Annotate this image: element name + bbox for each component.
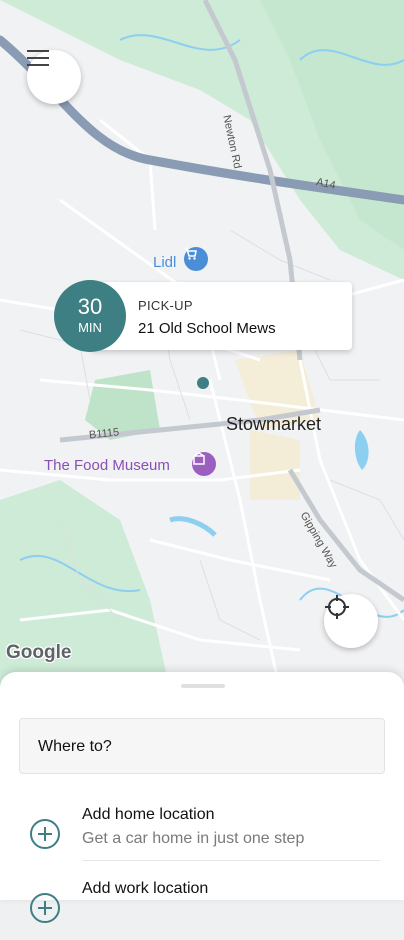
google-attribution: Google xyxy=(6,642,72,663)
eta-value: 30 xyxy=(77,294,103,319)
map-view[interactable]: A14 Newton Rd Gipping Way B1115 Lidl The… xyxy=(0,0,404,700)
town-label: Stowmarket xyxy=(226,414,322,434)
plus-circle-icon xyxy=(30,893,60,923)
add-home-location-item[interactable]: Add home location Get a car home in just… xyxy=(0,806,404,866)
saved-item-title: Add home location xyxy=(82,806,215,823)
pickup-card[interactable]: PICK-UP 21 Old School Mews 30 MIN xyxy=(54,280,352,352)
eta-unit: MIN xyxy=(78,320,102,335)
pickup-address: 21 Old School Mews xyxy=(138,320,276,337)
divider xyxy=(82,860,380,861)
poi-label-museum[interactable]: The Food Museum xyxy=(44,457,170,474)
pickup-label: PICK-UP xyxy=(138,298,193,313)
pickup-details[interactable]: PICK-UP 21 Old School Mews xyxy=(90,282,352,350)
saved-item-subtitle: Get a car home in just one step xyxy=(82,830,305,847)
saved-item-title: Add work location xyxy=(82,880,209,897)
menu-button[interactable] xyxy=(27,50,81,104)
drag-handle[interactable] xyxy=(181,684,225,688)
shopping-cart-icon[interactable] xyxy=(184,247,208,271)
museum-icon[interactable] xyxy=(192,452,216,476)
search-placeholder: Where to? xyxy=(38,738,112,755)
current-location-marker xyxy=(197,377,209,389)
destination-search-input[interactable]: Where to? xyxy=(19,718,385,774)
recenter-location-button[interactable] xyxy=(324,594,378,648)
plus-circle-icon xyxy=(30,819,60,849)
poi-label-lidl[interactable]: Lidl xyxy=(153,254,176,271)
bottom-sheet[interactable]: Where to? Add home location Get a car ho… xyxy=(0,672,404,923)
crosshair-icon xyxy=(325,595,349,619)
hamburger-menu-icon xyxy=(27,50,49,66)
add-work-location-item[interactable]: Add work location xyxy=(0,880,404,940)
eta-badge: 30 MIN xyxy=(54,280,126,352)
